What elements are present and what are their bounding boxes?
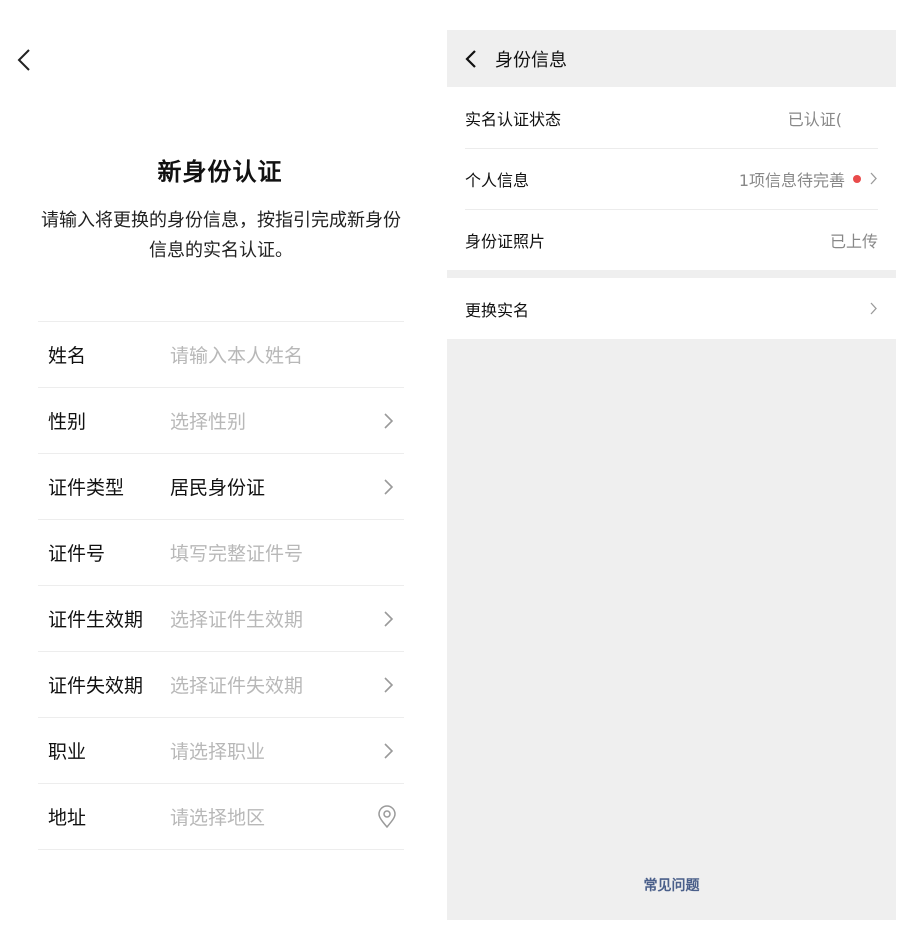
nav-bar: 身份信息 — [447, 30, 896, 87]
field-label: 证件类型 — [48, 477, 125, 499]
row-label: 身份证照片 — [465, 231, 546, 251]
chevron-right-icon — [384, 413, 394, 429]
chevron-left-icon — [465, 49, 476, 68]
chevron-right-icon — [870, 302, 877, 315]
field-valid-to[interactable]: 证件失效期 选择证件失效期 — [38, 652, 404, 718]
field-gender[interactable]: 性别 选择性别 — [38, 388, 404, 454]
verification-status-row: 实名认证状态 已认证( — [447, 87, 896, 148]
back-button[interactable] — [10, 44, 38, 76]
field-label: 证件生效期 — [48, 609, 144, 631]
pending-text: 1项信息待完善 — [738, 170, 845, 190]
field-label: 职业 — [48, 741, 87, 763]
change-group: 更换实名 — [447, 278, 896, 339]
section-divider — [447, 270, 896, 278]
valid-from-select[interactable]: 选择证件生效期 — [170, 605, 404, 632]
field-valid-from[interactable]: 证件生效期 选择证件生效期 — [38, 586, 404, 652]
field-name[interactable]: 姓名 请输入本人姓名 — [38, 322, 404, 388]
row-label: 实名认证状态 — [465, 109, 562, 129]
name-input[interactable]: 请输入本人姓名 — [170, 341, 404, 368]
identity-info-screen: 身份信息 实名认证状态 已认证( 个人信息 1项信息待完善 身份证照片 已上传 … — [447, 30, 896, 920]
red-dot-badge — [853, 174, 861, 183]
occupation-select[interactable]: 请选择职业 — [170, 737, 404, 764]
chevron-right-icon — [384, 677, 394, 693]
field-label: 证件号 — [48, 543, 106, 565]
chevron-right-icon — [384, 743, 394, 759]
identity-form: 姓名 请输入本人姓名 性别 选择性别 证件类型 居民身份证 证件号 填写完整证件… — [38, 321, 404, 850]
id-type-select[interactable]: 居民身份证 — [170, 473, 404, 500]
row-value: 已上传 — [829, 231, 878, 251]
field-label: 证件失效期 — [48, 675, 144, 697]
chevron-right-icon — [384, 611, 394, 627]
field-address[interactable]: 地址 请选择地区 — [38, 784, 404, 850]
page-subtitle: 请输入将更换的身份信息，按指引完成新身份信息的实名认证。 — [41, 210, 401, 261]
chevron-left-icon — [17, 49, 30, 71]
field-label: 地址 — [48, 807, 87, 829]
row-value: 已认证( — [788, 106, 878, 130]
id-number-input[interactable]: 填写完整证件号 — [170, 539, 404, 566]
personal-info-row[interactable]: 个人信息 1项信息待完善 — [447, 148, 896, 209]
field-occupation[interactable]: 职业 请选择职业 — [38, 718, 404, 784]
page-title: 身份信息 — [495, 49, 567, 71]
page-title: 新身份认证 — [157, 158, 283, 186]
valid-to-select[interactable]: 选择证件失效期 — [170, 671, 404, 698]
field-id-number[interactable]: 证件号 填写完整证件号 — [38, 520, 404, 586]
field-label: 姓名 — [48, 345, 87, 367]
info-list: 实名认证状态 已认证( 个人信息 1项信息待完善 身份证照片 已上传 — [447, 87, 896, 270]
location-icon[interactable] — [376, 805, 398, 829]
row-label: 更换实名 — [465, 300, 530, 320]
id-photo-row: 身份证照片 已上传 — [447, 209, 896, 270]
address-select[interactable]: 请选择地区 — [170, 803, 404, 830]
chevron-right-icon — [870, 172, 877, 185]
change-realname-row[interactable]: 更换实名 — [447, 278, 896, 339]
faq-link[interactable]: 常见问题 — [447, 875, 896, 895]
row-value: 1项信息待完善 — [739, 167, 878, 191]
gender-select[interactable]: 选择性别 — [170, 407, 404, 434]
back-button[interactable] — [447, 30, 495, 87]
row-label: 个人信息 — [465, 170, 530, 190]
field-label: 性别 — [48, 411, 87, 433]
chevron-right-icon — [384, 479, 394, 495]
status-text: 已认证( — [787, 109, 842, 129]
field-id-type[interactable]: 证件类型 居民身份证 — [38, 454, 404, 520]
new-identity-screen: 新身份认证 请输入将更换的身份信息，按指引完成新身份信息的实名认证。 姓名 请输… — [0, 0, 430, 932]
